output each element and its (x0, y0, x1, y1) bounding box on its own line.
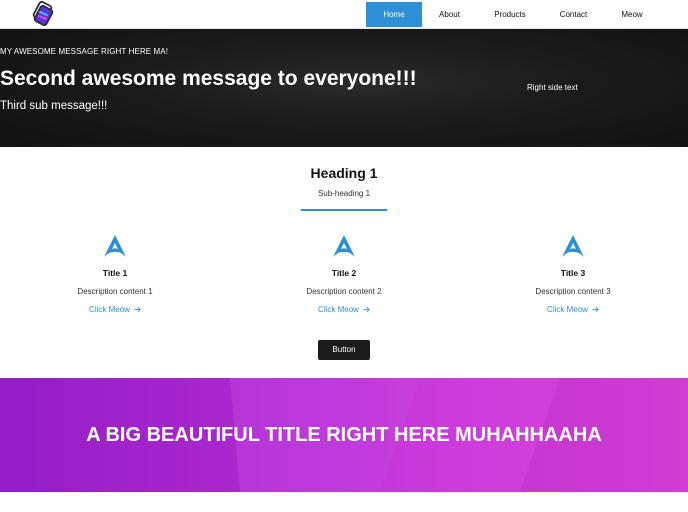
feature-card-3: Title 3 Description content 3 Click Meow (483, 234, 663, 317)
nav-links: Home About Products Contact Meow (366, 2, 660, 27)
hero-headline: Second awesome message to everyone!!! (0, 67, 417, 90)
nav-link-meow[interactable]: Meow (604, 2, 660, 27)
feature-card-title: Title 2 (331, 268, 357, 278)
top-nav: Home About Products Contact Meow (0, 0, 688, 29)
section-heading: Heading 1 (310, 165, 378, 181)
brand-logo-icon[interactable] (30, 1, 56, 27)
arrow-right-icon (363, 307, 370, 312)
hero-eyebrow: MY AWESOME MESSAGE RIGHT HERE MA! (0, 47, 169, 56)
feature-card-link-label: Click Meow (89, 305, 130, 314)
feature-card-link[interactable]: Click Meow (89, 305, 141, 314)
page-footer-space (0, 492, 688, 512)
primary-button[interactable]: Button (318, 340, 370, 360)
feature-card-description: Description content 1 (77, 287, 153, 296)
feature-card-2: Title 2 Description content 2 Click Meow (254, 234, 434, 317)
feature-card-title: Title 3 (560, 268, 586, 278)
hero-subline: Third sub message!!! (0, 100, 108, 112)
feature-card-1: Title 1 Description content 1 Click Meow (25, 234, 205, 317)
hero-section: MY AWESOME MESSAGE RIGHT HERE MA! Second… (0, 29, 688, 147)
arch-triangle-icon (104, 235, 126, 257)
arrow-right-icon (592, 307, 599, 312)
feature-card-link-label: Click Meow (318, 305, 359, 314)
nav-link-home[interactable]: Home (366, 2, 422, 27)
section-subheading: Sub-heading 1 (317, 189, 371, 198)
arch-triangle-icon (562, 235, 584, 257)
feature-card-description: Description content 2 (306, 287, 382, 296)
feature-card-description: Description content 3 (535, 287, 611, 296)
feature-card-link[interactable]: Click Meow (547, 305, 599, 314)
nav-link-about[interactable]: About (422, 2, 477, 27)
banner-section: A BIG BEAUTIFUL TITLE RIGHT HERE MUHAHHA… (0, 378, 688, 492)
feature-card-title: Title 1 (102, 268, 128, 278)
banner-title: A BIG BEAUTIFUL TITLE RIGHT HERE MUHAHHA… (86, 424, 602, 446)
arch-triangle-icon (333, 235, 355, 257)
nav-link-products[interactable]: Products (477, 2, 543, 27)
nav-link-contact[interactable]: Contact (543, 2, 604, 27)
feature-card-link-label: Click Meow (547, 305, 588, 314)
section-divider (301, 209, 387, 211)
arrow-right-icon (134, 307, 141, 312)
features-section: Heading 1 Sub-heading 1 Title 1 Descript… (0, 147, 688, 378)
hero-right-text: Right side text (527, 83, 578, 92)
feature-card-link[interactable]: Click Meow (318, 305, 370, 314)
